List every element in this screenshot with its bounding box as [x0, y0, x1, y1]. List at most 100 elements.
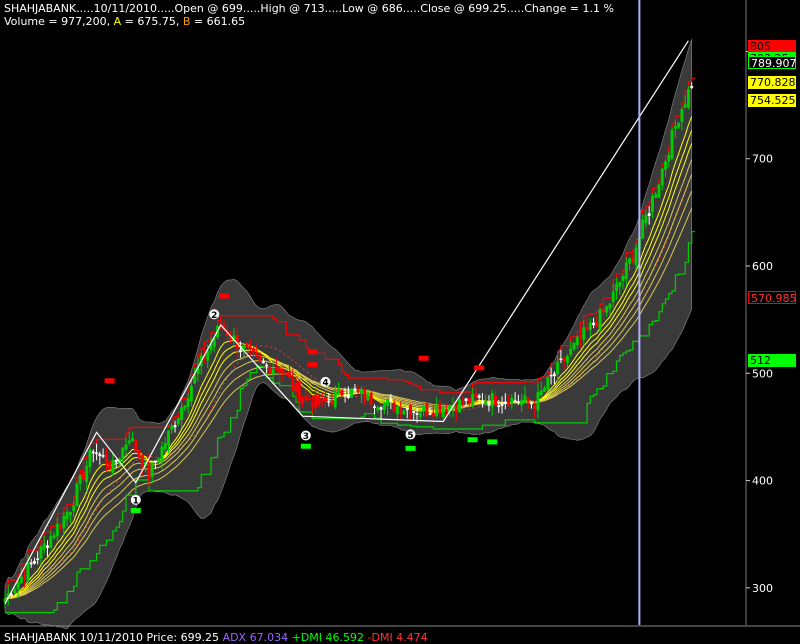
candle-body — [359, 389, 363, 395]
candle-body — [575, 336, 579, 346]
candle-body — [605, 306, 609, 313]
candle-body — [183, 405, 187, 409]
candle-body — [114, 459, 118, 463]
candle-body — [49, 536, 53, 548]
candle-body — [98, 453, 102, 457]
candle-body — [441, 407, 445, 418]
candle-body — [477, 395, 481, 398]
candle-body — [454, 405, 458, 412]
candle-body — [474, 393, 478, 398]
candle-body — [13, 589, 17, 594]
candle-body — [265, 364, 269, 367]
volume: Volume = 977,200 — [4, 15, 107, 28]
candle-body — [415, 413, 419, 415]
candle-body — [248, 345, 252, 349]
candle-body — [261, 361, 265, 364]
candle-body — [595, 322, 599, 327]
b-label: B — [182, 15, 191, 28]
footer-pdmi: +DMI 46.592 — [291, 631, 365, 644]
y-tick-label: 700 — [752, 153, 773, 166]
candle-body — [55, 523, 59, 537]
candle-body — [435, 406, 439, 417]
pivot-number: 5 — [407, 431, 413, 441]
price-tag: 512 — [748, 353, 796, 367]
candle-body — [350, 388, 354, 398]
pivot-number: 2 — [211, 311, 217, 321]
candle-body — [660, 168, 664, 185]
candle-body — [333, 391, 337, 408]
candle-body — [88, 449, 92, 467]
candle-body — [409, 405, 412, 416]
signal-mark-red — [307, 362, 318, 368]
candle — [686, 85, 690, 110]
candle-body — [598, 309, 602, 330]
candle-body — [104, 453, 108, 465]
candle-body — [91, 451, 95, 454]
y-tick-label: 600 — [752, 260, 773, 273]
candle-body — [324, 397, 327, 403]
candle-body — [52, 535, 56, 539]
candle-body — [582, 327, 586, 341]
signal-mark-red — [474, 365, 485, 371]
price-chart[interactable]: 12345 300400500600700800 — [0, 0, 800, 644]
candle-body — [111, 460, 115, 473]
candle-body — [588, 322, 592, 331]
candle-body — [317, 395, 321, 405]
candle-body — [95, 452, 99, 455]
candle-body — [314, 394, 318, 409]
candle-body — [23, 574, 27, 580]
candle-body — [16, 581, 20, 590]
candle-body — [301, 398, 305, 404]
candle-body — [127, 440, 131, 444]
candle-body — [173, 425, 177, 428]
signal-mark-green — [467, 437, 478, 443]
candle-body — [392, 402, 396, 412]
candle-body — [680, 109, 684, 122]
candle-body — [68, 511, 72, 516]
candle-body — [206, 350, 210, 361]
candle-body — [137, 449, 141, 458]
candle-body — [592, 322, 596, 326]
candle-body — [327, 400, 331, 403]
candle-body — [274, 366, 278, 370]
footer-mdmi: -DMI 4.474 — [367, 631, 428, 644]
candle-body — [134, 439, 138, 452]
high: High @ 713 — [260, 2, 325, 15]
candle-body — [647, 213, 651, 216]
candle-body — [418, 413, 422, 418]
candle-body — [628, 258, 632, 264]
candle-body — [252, 348, 255, 353]
candle-body — [340, 389, 344, 396]
candle-body — [389, 398, 393, 401]
candle-body — [238, 349, 242, 352]
candle-body — [556, 361, 560, 375]
candle-body — [458, 399, 461, 413]
candle-body — [546, 376, 550, 390]
candle-body — [562, 357, 566, 362]
candle-body — [615, 284, 618, 291]
candle-body — [147, 462, 151, 480]
candle-body — [75, 483, 79, 507]
candle-body — [304, 396, 308, 401]
candle-body — [608, 303, 612, 309]
candle-body — [611, 291, 615, 303]
b-value: 661.65 — [206, 15, 246, 28]
candle-body — [686, 89, 690, 108]
candle-body — [651, 196, 654, 213]
candle-body — [170, 425, 174, 430]
candle-body — [621, 275, 625, 281]
candle-body — [353, 388, 357, 391]
candle-body — [461, 400, 465, 404]
footer-status: SHAHJABANK 10/11/2010 Price: 699.25 ADX … — [4, 631, 428, 644]
candle-body — [399, 407, 403, 415]
signal-mark-green — [405, 445, 416, 451]
candle-body — [631, 256, 635, 263]
candle-body — [330, 400, 334, 405]
candle-body — [19, 576, 23, 584]
candle-body — [428, 413, 432, 415]
symbol: SHAHJABANK — [4, 2, 77, 15]
candle-body — [490, 393, 494, 407]
candle-body — [507, 401, 511, 407]
candle-body — [167, 430, 170, 446]
candle-body — [268, 367, 272, 374]
